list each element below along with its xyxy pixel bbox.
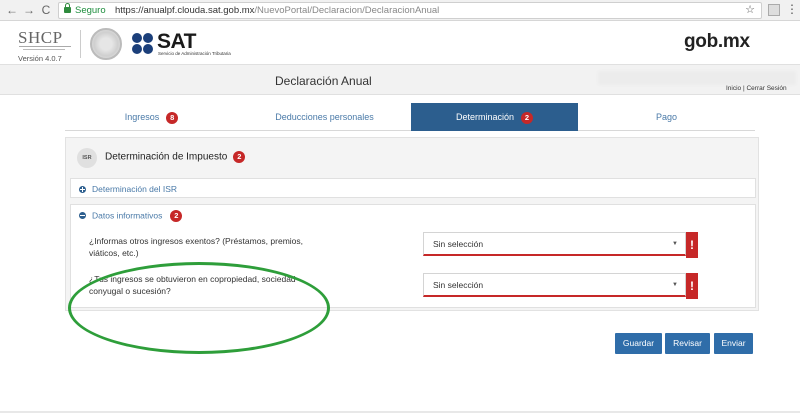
url-path: /NuevoPortal/Declaracion/DeclaracionAnua… (254, 5, 440, 16)
panel-title-text: Determinación de Impuesto (105, 151, 228, 163)
section-label[interactable]: Datos informativos 2 (79, 210, 183, 222)
select-value: Sin selección (433, 280, 484, 290)
url-text[interactable]: https://anualpf.clouda.sat.gob.mx/NuevoP… (115, 3, 439, 18)
highlight-ellipse (68, 262, 330, 354)
gobmx-logo[interactable]: gob.mx (684, 31, 750, 53)
sat-logo-icon (132, 33, 154, 55)
forward-arrow-icon[interactable]: → (22, 3, 36, 17)
error-icon: ! (686, 273, 698, 299)
tab-label: Ingresos (124, 112, 160, 122)
address-bar[interactable]: Seguro https://anualpf.clouda.sat.gob.mx… (58, 2, 762, 19)
bookmark-star-icon[interactable]: ☆ (745, 3, 755, 18)
extension-icon[interactable] (768, 4, 780, 16)
review-button[interactable]: Revisar (665, 333, 710, 354)
version-label: Versión 4.0.7 (18, 54, 62, 63)
section-determinacion-isr[interactable]: Determinación del ISR (70, 178, 756, 198)
panel-header: ISR Determinación de Impuesto 2 (66, 138, 758, 176)
secure-label: Seguro (75, 5, 106, 16)
page-title: Declaración Anual (275, 74, 372, 88)
title-bar: Declaración Anual Inicio | Cerrar Sesión (0, 64, 800, 95)
lock-icon (64, 3, 71, 14)
browser-menu-icon[interactable]: ⋮ (786, 2, 798, 16)
section-badge: 2 (170, 210, 183, 222)
user-links[interactable]: Inicio | Cerrar Sesión (726, 85, 787, 92)
tab-determinacion[interactable]: Determinación 2 (411, 103, 578, 131)
redacted-user-name (598, 71, 796, 85)
section-title: Datos informativos (92, 210, 163, 221)
expand-icon (79, 185, 86, 193)
save-button[interactable]: Guardar (615, 333, 662, 354)
tab-deducciones[interactable]: Deducciones personales (238, 103, 411, 131)
panel-title-badge: 2 (233, 151, 246, 163)
header-divider (80, 30, 81, 58)
select-copropiedad[interactable]: Sin selección ▼ (423, 273, 686, 297)
back-arrow-icon[interactable]: ← (5, 3, 19, 17)
url-host: https://anualpf.clouda.sat.gob.mx (115, 5, 255, 16)
tab-badge: 2 (521, 111, 534, 124)
sat-subtitle: Servicio de Administración Tributaria (158, 51, 231, 56)
national-seal-icon (90, 28, 122, 60)
tab-pago[interactable]: Pago (578, 103, 755, 131)
reload-icon[interactable]: C (39, 3, 53, 17)
tab-label: Pago (655, 112, 678, 122)
tab-label: Deducciones personales (275, 112, 374, 122)
panel-title: Determinación de Impuesto 2 (105, 151, 246, 163)
send-button[interactable]: Enviar (714, 333, 753, 354)
shcp-logo-subtitle (19, 46, 71, 52)
section-label: Determinación del ISR (79, 184, 177, 194)
tab-label: Determinación (455, 112, 515, 122)
section-title: Determinación del ISR (92, 184, 178, 194)
tab-badge: 8 (166, 111, 179, 124)
tab-ingresos[interactable]: Ingresos 8 (65, 103, 238, 131)
select-otros-ingresos[interactable]: Sin selección ▼ (423, 232, 686, 256)
collapse-icon (79, 211, 86, 219)
select-value: Sin selección (433, 239, 484, 249)
isr-icon: ISR (77, 148, 97, 168)
question-otros-ingresos: ¿Informas otros ingresos exentos? (Prést… (89, 236, 303, 258)
dropdown-arrow-icon: ▼ (672, 282, 678, 288)
browser-toolbar: ← → C Seguro https://anualpf.clouda.sat.… (0, 0, 800, 21)
tab-bar: Ingresos 8 Deducciones personales Determi… (65, 103, 755, 131)
shcp-logo: SHCP (18, 28, 63, 47)
error-icon: ! (686, 232, 698, 258)
dropdown-arrow-icon: ▼ (672, 241, 678, 247)
